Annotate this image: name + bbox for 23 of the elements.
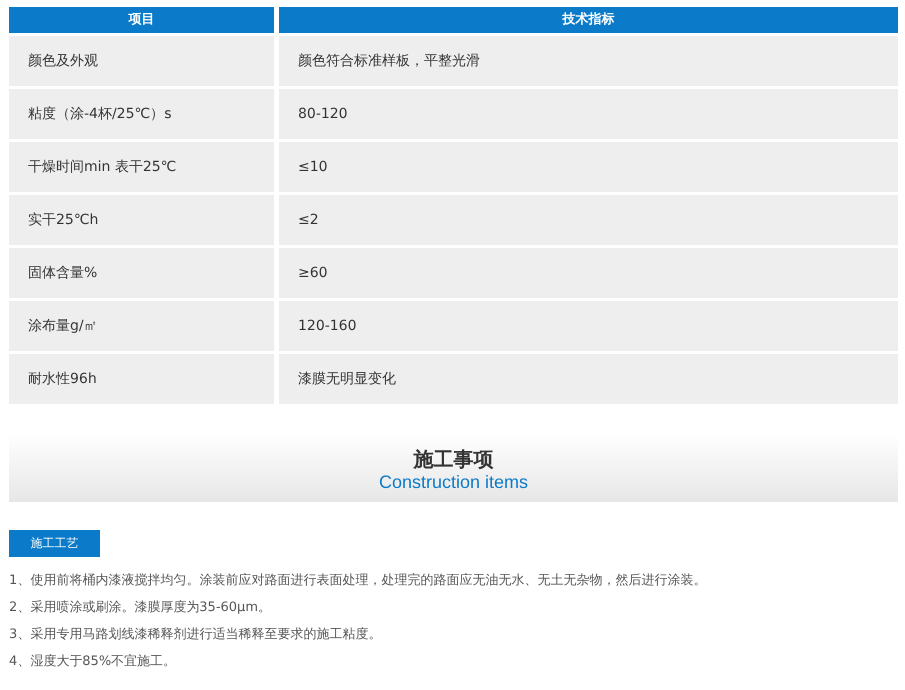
section-title: 施工事项 (414, 447, 494, 471)
instruction-step: 1、使用前将桶内漆液搅拌均匀。涂装前应对路面进行表面处理，处理完的路面应无油无水、无土无杂物，然后进行涂装。 (9, 567, 898, 594)
instruction-step: 3、采用专用马路划线漆稀释剂进行适当稀释至要求的施工粘度。 (9, 621, 898, 648)
table-cell: ≥60 (279, 248, 898, 298)
table-cell: ≤2 (279, 195, 898, 245)
table-cell: ≤10 (279, 142, 898, 192)
table-cell: 干燥时间min 表干25℃ (9, 142, 274, 192)
table-cell: 颜色及外观 (9, 36, 274, 86)
section-tag: 施工工艺 (9, 530, 100, 557)
column-header: 项目 (9, 7, 274, 33)
table-cell: 耐水性96h (9, 354, 274, 404)
table-cell: 实干25℃h (9, 195, 274, 245)
table-cell: 120-160 (279, 301, 898, 351)
instruction-step: 2、采用喷涂或刷涂。漆膜厚度为35-60μm。 (9, 594, 898, 621)
instruction-step: 4、湿度大于85%不宜施工。 (9, 648, 898, 675)
table-cell: 涂布量g/㎡ (9, 301, 274, 351)
column-header: 技术指标 (279, 7, 898, 33)
table-cell: 固体含量% (9, 248, 274, 298)
table-cell: 80-120 (279, 89, 898, 139)
section-subtitle: Construction items (378, 471, 528, 493)
table-cell: 颜色符合标准样板，平整光滑 (279, 36, 898, 86)
table-cell: 漆膜无明显变化 (279, 354, 898, 404)
table-cell: 粘度（涂-4杯/25℃）s (9, 89, 274, 139)
